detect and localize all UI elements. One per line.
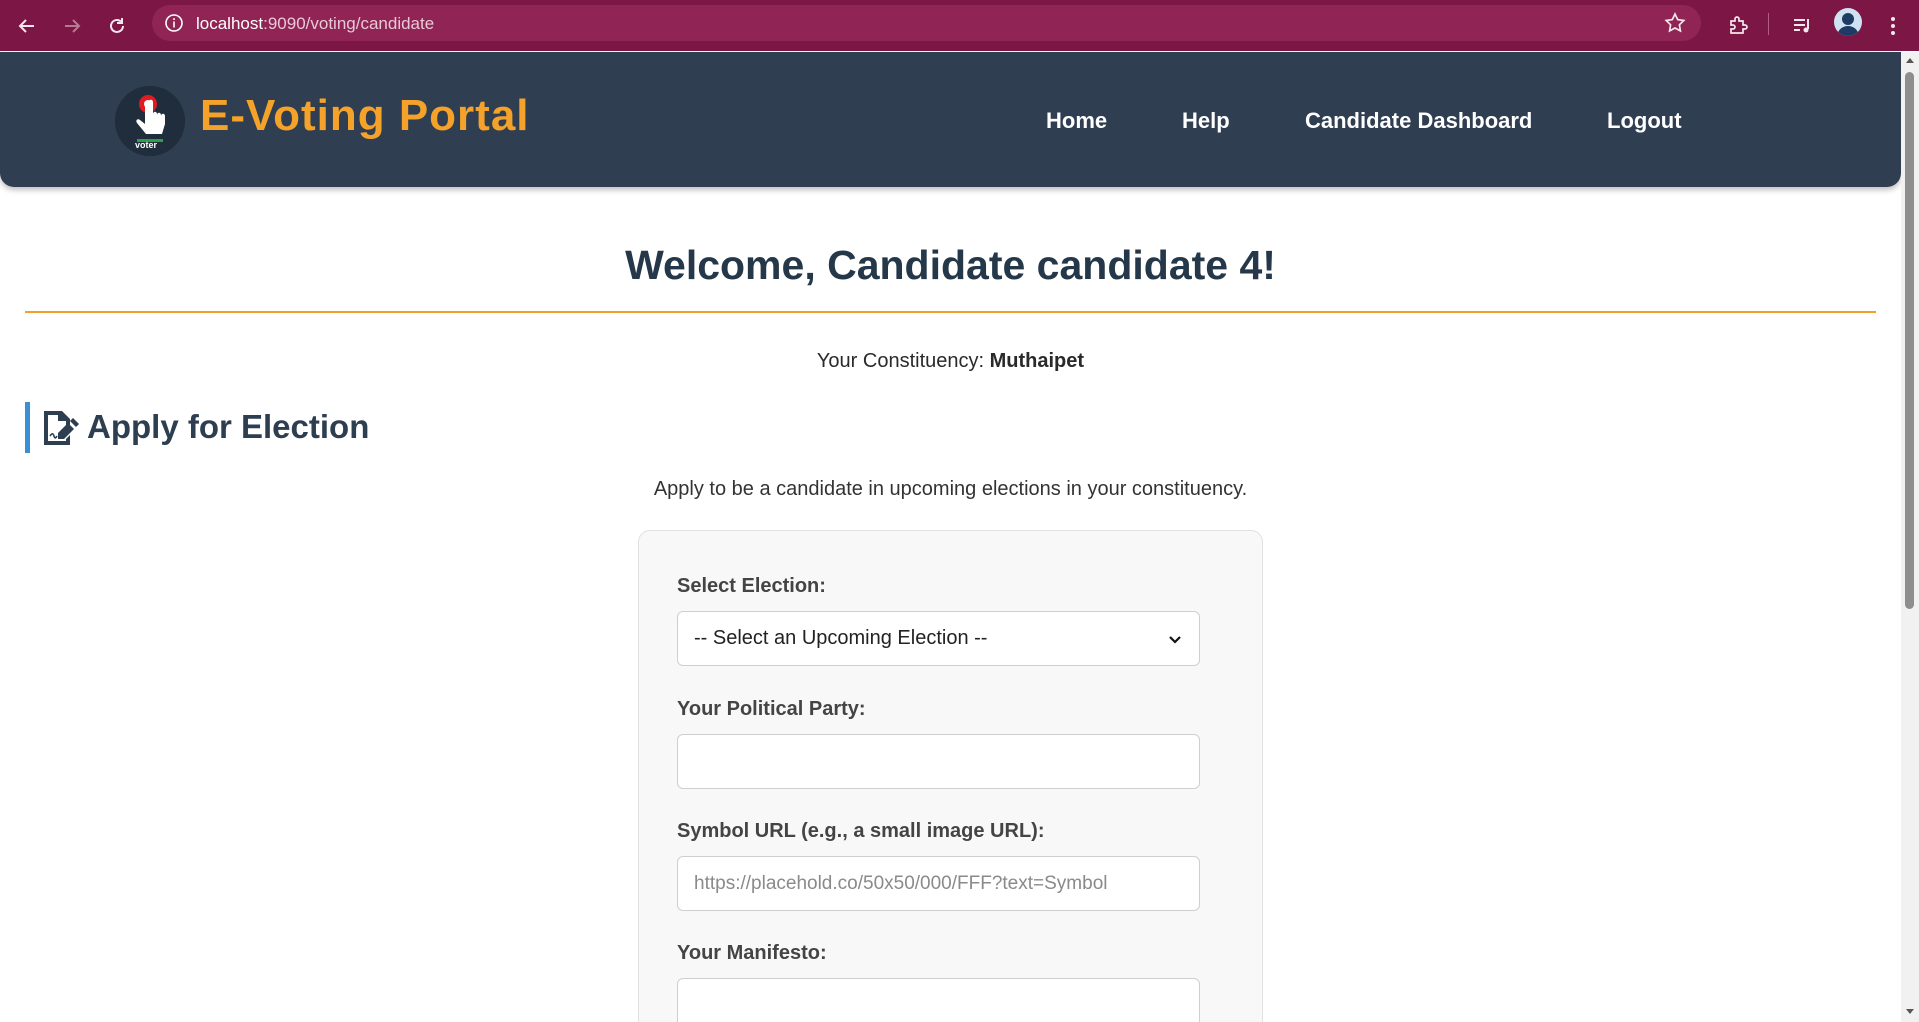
bookmark-star-icon[interactable] [1663, 11, 1687, 35]
section-accent-bar [25, 402, 30, 453]
page-title: Welcome, Candidate candidate 4! [625, 242, 1276, 288]
section-title: Apply for Election [87, 408, 370, 445]
symbol-url-input[interactable] [677, 856, 1200, 911]
user-avatar-icon [1837, 13, 1859, 36]
forward-arrow-icon [65, 19, 81, 33]
file-signature-icon [44, 411, 79, 445]
puzzle-icon [1730, 16, 1748, 34]
logo[interactable]: voter [115, 86, 185, 156]
reload-button[interactable] [99, 8, 135, 44]
brand-title[interactable]: E-Voting Portal [200, 91, 530, 141]
apply-election-form: Select Election: -- Select an Upcoming E… [638, 530, 1263, 1022]
forward-button[interactable] [54, 8, 90, 44]
extensions-button[interactable] [1720, 8, 1756, 44]
url-host: localhost [196, 14, 264, 33]
playlist-music-icon [1794, 19, 1809, 33]
election-selected-value: -- Select an Upcoming Election -- [694, 627, 988, 649]
title-divider [25, 311, 1876, 313]
manifesto-label: Your Manifesto: [677, 942, 827, 964]
site-info-icon[interactable] [164, 13, 184, 33]
back-arrow-icon [18, 19, 34, 33]
constituency-value: Muthaipet [989, 350, 1085, 372]
election-select[interactable]: -- Select an Upcoming Election -- [677, 611, 1200, 666]
back-button[interactable] [9, 8, 45, 44]
chevron-down-icon [1169, 635, 1181, 644]
section-description: Apply to be a candidate in upcoming elec… [653, 478, 1248, 500]
scrollbar-thumb[interactable] [1905, 72, 1914, 609]
scroll-down-arrow-icon[interactable] [1903, 1004, 1917, 1018]
symbol-url-label: Symbol URL (e.g., a small image URL): [677, 820, 1045, 842]
scroll-up-arrow-icon[interactable] [1903, 54, 1917, 68]
nav-logout[interactable]: Logout [1607, 108, 1682, 134]
nav-home[interactable]: Home [1046, 108, 1107, 134]
toolbar-separator [1768, 13, 1769, 35]
browser-toolbar: localhost:9090/voting/candidate [0, 0, 1919, 51]
browser-menu-button[interactable] [1875, 8, 1911, 44]
media-control-button[interactable] [1784, 8, 1820, 44]
url-text: localhost:9090/voting/candidate [196, 14, 434, 34]
profile-avatar[interactable] [1834, 8, 1862, 36]
reload-icon [110, 18, 124, 33]
url-path: :9090/voting/candidate [263, 14, 435, 33]
election-label: Select Election: [677, 575, 826, 597]
nav-candidate-dashboard[interactable]: Candidate Dashboard [1305, 108, 1532, 134]
nav-help[interactable]: Help [1182, 108, 1230, 134]
manifesto-textarea[interactable] [677, 978, 1200, 1022]
constituency-info: Your Constituency: Muthaipet [0, 350, 1901, 373]
party-input[interactable] [677, 734, 1200, 789]
address-bar[interactable]: localhost:9090/voting/candidate [152, 5, 1701, 41]
party-label: Your Political Party: [677, 698, 866, 720]
more-vert-icon [1891, 17, 1895, 35]
logo-text: voter [135, 140, 158, 150]
constituency-label: Your Constituency: [816, 350, 985, 372]
site-header: voter E-Voting Portal Home Help Candidat… [0, 52, 1901, 187]
